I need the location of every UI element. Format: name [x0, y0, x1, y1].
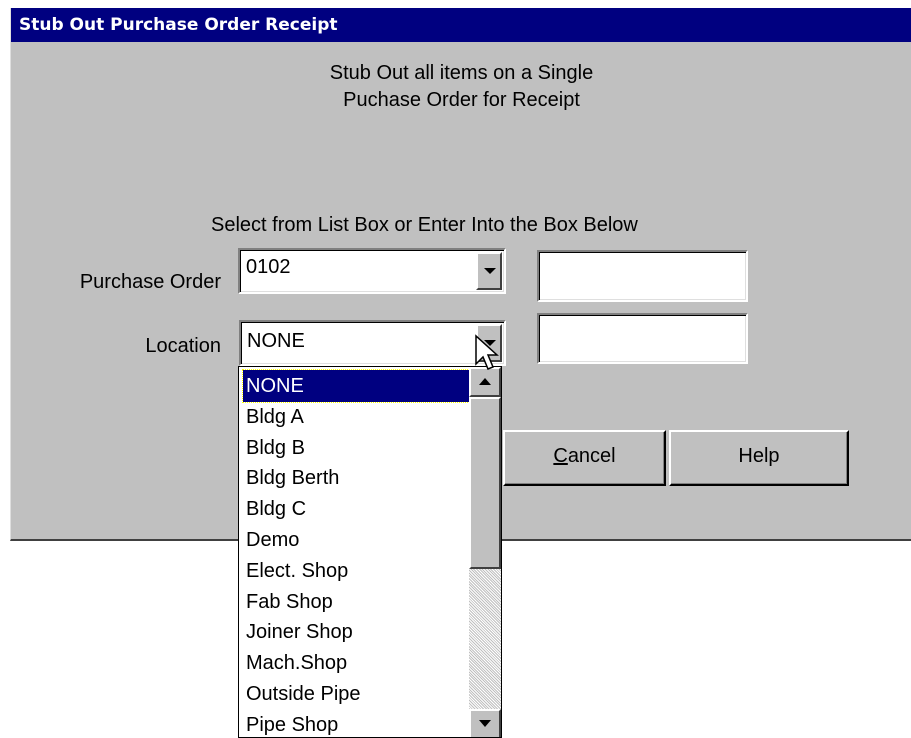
cancel-label-rest: ancel	[567, 445, 616, 467]
dialog-title: Stub Out Purchase Order Receipt	[11, 8, 911, 42]
cancel-mnemonic: C	[553, 445, 568, 467]
purchase-order-entry[interactable]	[537, 250, 748, 302]
scrollbar-thumb[interactable]	[469, 397, 501, 569]
location-option[interactable]: NONE	[242, 369, 470, 403]
purchase-order-label: Purchase Order	[79, 271, 221, 293]
dropdown-scrollbar[interactable]	[469, 367, 501, 737]
location-option[interactable]: Pipe Shop	[243, 709, 469, 737]
chevron-down-icon	[484, 268, 496, 274]
location-option[interactable]: Demo	[243, 524, 469, 556]
instruction-line-1: Stub Out all items on a Single	[329, 62, 594, 84]
location-option[interactable]: Fab Shop	[243, 586, 469, 618]
arrow-cursor-icon	[475, 334, 499, 370]
scroll-down-button[interactable]	[469, 709, 501, 737]
location-dropdown-list[interactable]: NONE Bldg A Bldg B Bldg Berth Bldg C Demo Elec…	[238, 366, 502, 738]
instruction-line-2: Puchase Order for Receipt	[343, 89, 580, 111]
scroll-up-arrow-icon	[479, 378, 491, 385]
purchase-order-value: 0102	[246, 256, 291, 278]
location-label: Location	[145, 335, 221, 357]
location-option[interactable]: Bldg C	[243, 493, 469, 525]
location-option[interactable]: Elect. Shop	[243, 555, 469, 587]
select-hint: Select from List Box or Enter Into the B…	[211, 214, 638, 236]
location-value: NONE	[247, 330, 305, 352]
location-combo[interactable]: NONE	[239, 320, 506, 366]
location-option[interactable]: Bldg B	[243, 432, 469, 464]
cancel-button[interactable]: Cancel	[503, 430, 666, 486]
location-option[interactable]: Mach.Shop	[243, 647, 469, 679]
location-option[interactable]: Bldg A	[243, 401, 469, 433]
location-option[interactable]: Joiner Shop	[243, 616, 469, 648]
location-option[interactable]: Bldg Berth	[243, 462, 469, 494]
purchase-order-dropdown-button[interactable]	[476, 252, 502, 290]
purchase-order-combo[interactable]: 0102	[238, 248, 506, 294]
help-button[interactable]: Help	[669, 430, 849, 486]
scroll-down-arrow-icon	[479, 720, 491, 727]
location-entry[interactable]	[537, 313, 748, 364]
location-option[interactable]: Outside Pipe	[243, 678, 469, 710]
